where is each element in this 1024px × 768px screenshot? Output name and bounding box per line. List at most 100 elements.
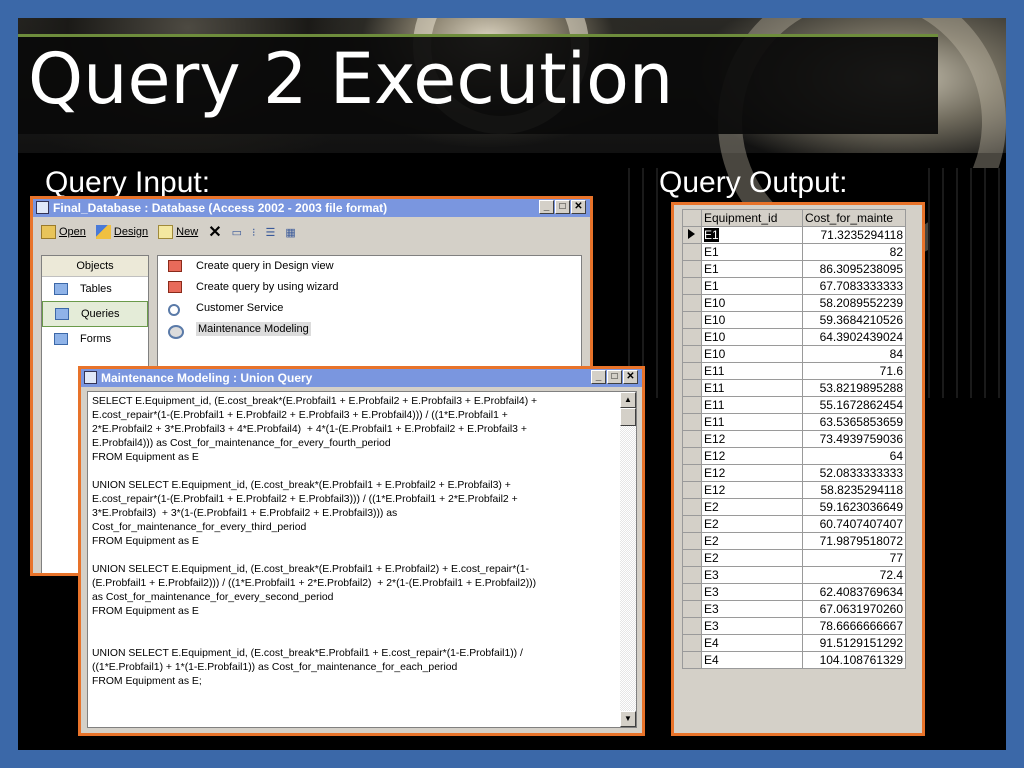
table-row[interactable]: E1 67.7083333333 (682, 277, 906, 295)
minimize-button[interactable]: _ (591, 370, 606, 384)
table-row[interactable]: E11 71.6 (682, 362, 906, 380)
table-row[interactable]: E10 59.3684210526 (682, 311, 906, 329)
cell-equipment-id[interactable]: E12 (701, 464, 803, 482)
row-selector[interactable] (682, 634, 702, 652)
row-selector[interactable] (682, 464, 702, 482)
scroll-down-icon[interactable]: ▼ (620, 711, 636, 727)
cell-equipment-id[interactable]: E1 (701, 226, 803, 244)
cell-equipment-id[interactable]: E10 (701, 345, 803, 363)
cell-cost[interactable]: 77 (802, 549, 906, 567)
row-selector[interactable] (682, 328, 702, 346)
table-row[interactable]: E1 71.3235294118 (682, 226, 906, 244)
large-icons-icon[interactable]: ▭ (232, 226, 242, 239)
cell-equipment-id[interactable]: E12 (701, 430, 803, 448)
table-row[interactable]: E4 91.5129151292 (682, 634, 906, 652)
cell-equipment-id[interactable]: E3 (701, 617, 803, 635)
cell-cost[interactable]: 64.3902439024 (802, 328, 906, 346)
cell-equipment-id[interactable]: E4 (701, 651, 803, 669)
cell-cost[interactable]: 52.0833333333 (802, 464, 906, 482)
scroll-up-icon[interactable]: ▲ (620, 392, 636, 408)
object-tables[interactable]: Tables (42, 277, 148, 301)
table-row[interactable]: E4 104.108761329 (682, 651, 906, 669)
table-row[interactable]: E12 73.4939759036 (682, 430, 906, 448)
table-row[interactable]: E12 64 (682, 447, 906, 465)
cell-equipment-id[interactable]: E10 (701, 311, 803, 329)
sql-text[interactable]: SELECT E.Equipment_id, (E.cost_break*(E.… (92, 395, 604, 689)
open-button[interactable]: Open (41, 225, 86, 239)
sql-editor[interactable]: SELECT E.Equipment_id, (E.cost_break*(E.… (87, 391, 637, 728)
row-selector[interactable] (682, 498, 702, 516)
cell-equipment-id[interactable]: E2 (701, 515, 803, 533)
row-selector[interactable] (682, 413, 702, 431)
close-button[interactable]: ✕ (571, 200, 586, 214)
cell-cost[interactable]: 82 (802, 243, 906, 261)
cell-cost[interactable]: 67.7083333333 (802, 277, 906, 295)
cell-equipment-id[interactable]: E1 (701, 260, 803, 278)
cell-cost[interactable]: 78.6666666667 (802, 617, 906, 635)
cell-equipment-id[interactable]: E2 (701, 549, 803, 567)
cell-equipment-id[interactable]: E1 (701, 277, 803, 295)
row-selector-header[interactable] (682, 209, 702, 227)
cell-equipment-id[interactable]: E2 (701, 498, 803, 516)
cell-equipment-id[interactable]: E3 (701, 600, 803, 618)
table-row[interactable]: E10 84 (682, 345, 906, 363)
row-selector[interactable] (682, 294, 702, 312)
cell-cost[interactable]: 71.3235294118 (802, 226, 906, 244)
query-item[interactable]: Create query in Design view (158, 256, 581, 277)
cell-cost[interactable]: 84 (802, 345, 906, 363)
cell-cost[interactable]: 62.4083769634 (802, 583, 906, 601)
object-queries[interactable]: Queries (42, 301, 148, 327)
cell-cost[interactable]: 59.1623036649 (802, 498, 906, 516)
scroll-thumb[interactable] (620, 408, 636, 426)
cell-equipment-id[interactable]: E3 (701, 583, 803, 601)
cell-cost[interactable]: 64 (802, 447, 906, 465)
cell-cost[interactable]: 73.4939759036 (802, 430, 906, 448)
cell-cost[interactable]: 86.3095238095 (802, 260, 906, 278)
vertical-scrollbar[interactable]: ▲ ▼ (620, 392, 636, 727)
table-row[interactable]: E3 78.6666666667 (682, 617, 906, 635)
query-item[interactable]: Create query by using wizard (158, 277, 581, 298)
cell-equipment-id[interactable]: E3 (701, 566, 803, 584)
maximize-button[interactable]: □ (607, 370, 622, 384)
row-selector[interactable] (682, 345, 702, 363)
cell-cost[interactable]: 71.6 (802, 362, 906, 380)
object-forms[interactable]: Forms (42, 327, 148, 351)
cell-equipment-id[interactable]: E10 (701, 294, 803, 312)
row-selector[interactable] (682, 617, 702, 635)
table-row[interactable]: E2 77 (682, 549, 906, 567)
table-row[interactable]: E2 59.1623036649 (682, 498, 906, 516)
row-selector[interactable] (682, 583, 702, 601)
cell-equipment-id[interactable]: E11 (701, 379, 803, 397)
details-icon[interactable]: ▦ (285, 226, 295, 239)
table-row[interactable]: E12 58.8235294118 (682, 481, 906, 499)
row-selector[interactable] (682, 481, 702, 499)
sql-window-titlebar[interactable]: Maintenance Modeling : Union Query _ □ ✕ (81, 369, 642, 387)
row-selector[interactable] (682, 311, 702, 329)
row-selector[interactable] (682, 549, 702, 567)
cell-equipment-id[interactable]: E11 (701, 413, 803, 431)
table-row[interactable]: E1 82 (682, 243, 906, 261)
row-selector[interactable] (682, 430, 702, 448)
new-button[interactable]: New (158, 225, 198, 239)
table-row[interactable]: E1 86.3095238095 (682, 260, 906, 278)
small-icons-icon[interactable]: ⁝ (252, 226, 256, 239)
table-row[interactable]: E2 71.9879518072 (682, 532, 906, 550)
cell-cost[interactable]: 72.4 (802, 566, 906, 584)
table-row[interactable]: E11 53.8219895288 (682, 379, 906, 397)
row-selector[interactable] (682, 600, 702, 618)
cell-cost[interactable]: 91.5129151292 (802, 634, 906, 652)
cell-equipment-id[interactable]: E2 (701, 532, 803, 550)
query-item[interactable]: Customer Service (158, 298, 581, 319)
table-row[interactable]: E10 58.2089552239 (682, 294, 906, 312)
row-selector[interactable] (682, 362, 702, 380)
access-window-titlebar[interactable]: Final_Database : Database (Access 2002 -… (33, 199, 590, 217)
table-row[interactable]: E2 60.7407407407 (682, 515, 906, 533)
cell-cost[interactable]: 60.7407407407 (802, 515, 906, 533)
delete-icon[interactable]: ✕ (208, 222, 221, 242)
cell-cost[interactable]: 67.0631970260 (802, 600, 906, 618)
query-output-datasheet[interactable]: Equipment_id Cost_for_mainte E1 71.323529… (671, 202, 925, 736)
cell-cost[interactable]: 58.8235294118 (802, 481, 906, 499)
cell-equipment-id[interactable]: E11 (701, 396, 803, 414)
union-query-window[interactable]: Maintenance Modeling : Union Query _ □ ✕… (78, 366, 645, 736)
row-selector[interactable] (682, 379, 702, 397)
